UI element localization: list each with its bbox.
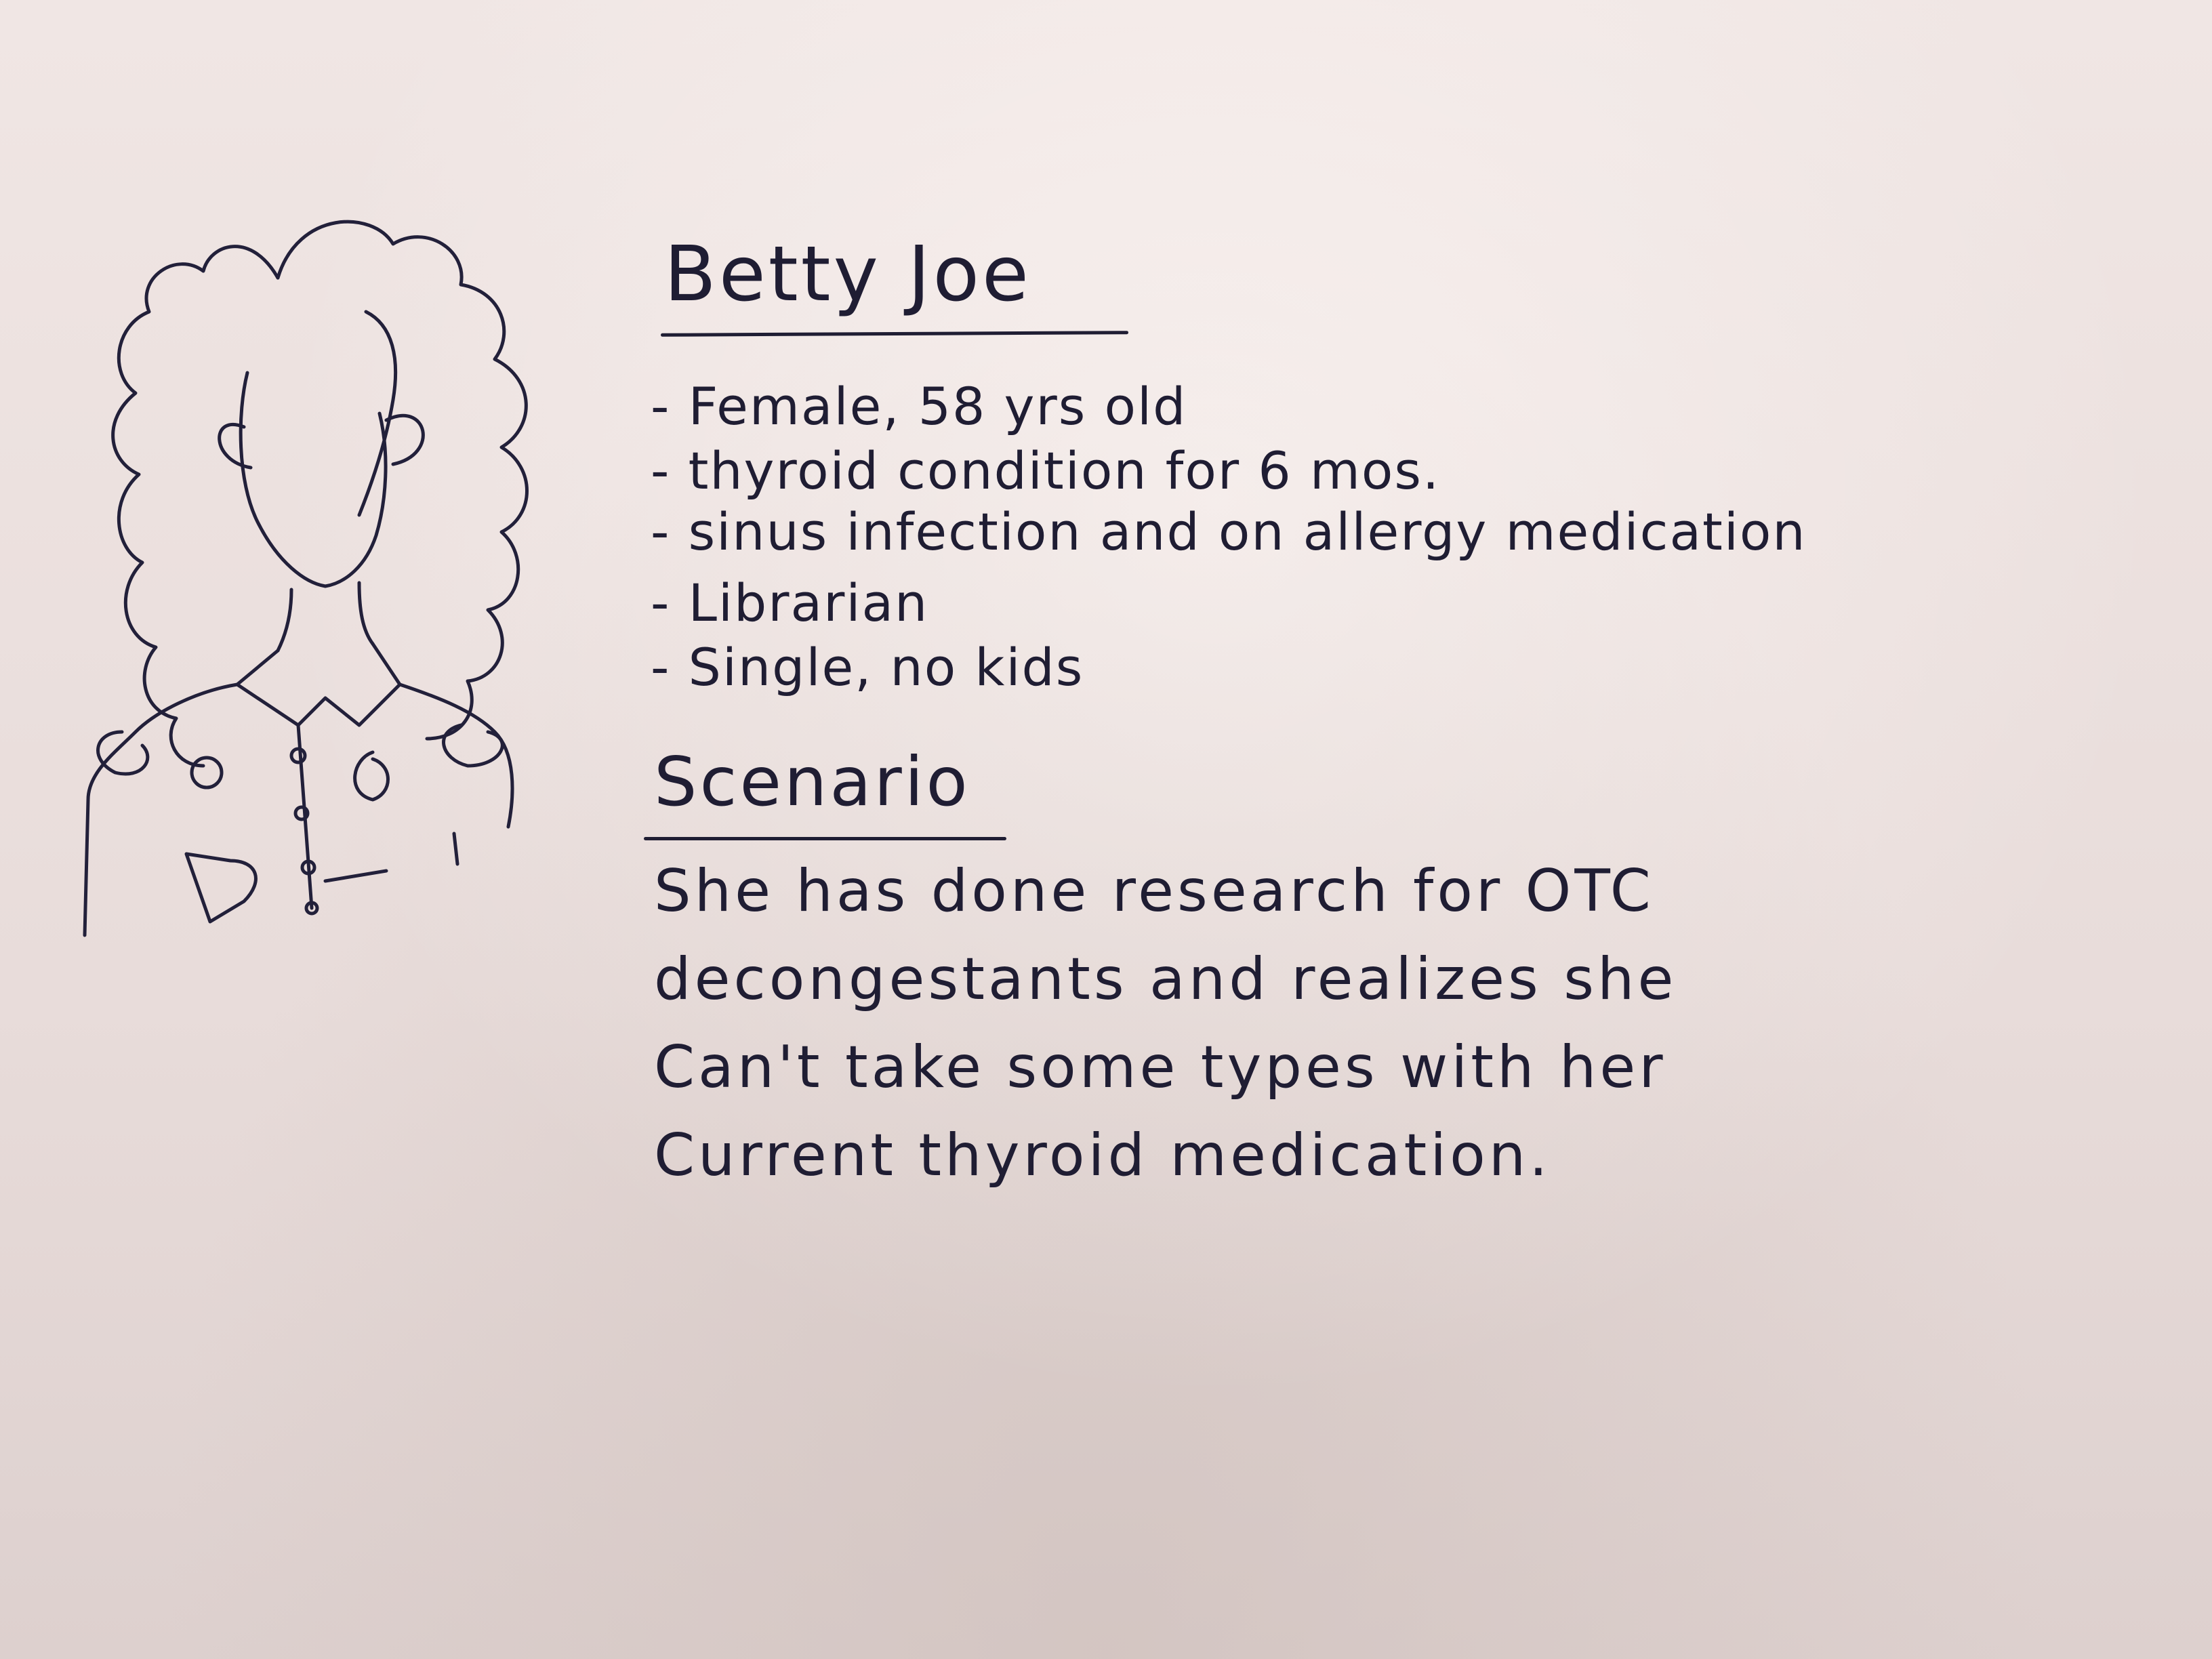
scenario-line: decongestants and realizes she bbox=[654, 945, 1677, 1013]
neck bbox=[276, 588, 293, 653]
persona-name-underline bbox=[660, 331, 1129, 337]
scenario-line: Current thyroid medication. bbox=[654, 1122, 1551, 1189]
pocket-button bbox=[353, 750, 390, 802]
paper-sheet: Betty Joe - Female, 58 yrs old - thyroid… bbox=[0, 0, 2212, 1659]
scenario-heading: Scenario bbox=[654, 742, 970, 821]
button bbox=[289, 747, 307, 764]
scenario-line: Can't take some types with her bbox=[654, 1033, 1666, 1101]
profile-item: - Female, 58 yrs old bbox=[651, 376, 1187, 436]
scenario-line: She has done research for OTC bbox=[654, 857, 1654, 925]
persona-portrait-sketch bbox=[83, 220, 529, 937]
collar bbox=[235, 642, 402, 727]
persona-name: Betty Joe bbox=[664, 230, 1031, 319]
profile-item: - thyroid condition for 6 mos. bbox=[651, 441, 1441, 501]
ear bbox=[218, 423, 253, 470]
pocket-button bbox=[190, 756, 224, 790]
epaulette bbox=[96, 730, 150, 776]
profile-item: - Librarian bbox=[651, 573, 929, 633]
profile-item: - sinus infection and on allergy medicat… bbox=[651, 501, 1807, 562]
hair-outline bbox=[357, 310, 398, 517]
neck bbox=[357, 581, 375, 646]
pocket bbox=[184, 852, 258, 924]
pocket bbox=[323, 869, 388, 883]
hair-outline bbox=[111, 245, 280, 768]
pocket bbox=[452, 832, 459, 866]
shoulder bbox=[83, 682, 239, 937]
hair-outline bbox=[276, 220, 529, 741]
profile-item: - Single, no kids bbox=[651, 637, 1084, 697]
scenario-heading-underline bbox=[644, 837, 1006, 840]
ear bbox=[384, 413, 425, 466]
face-outline bbox=[239, 371, 388, 588]
